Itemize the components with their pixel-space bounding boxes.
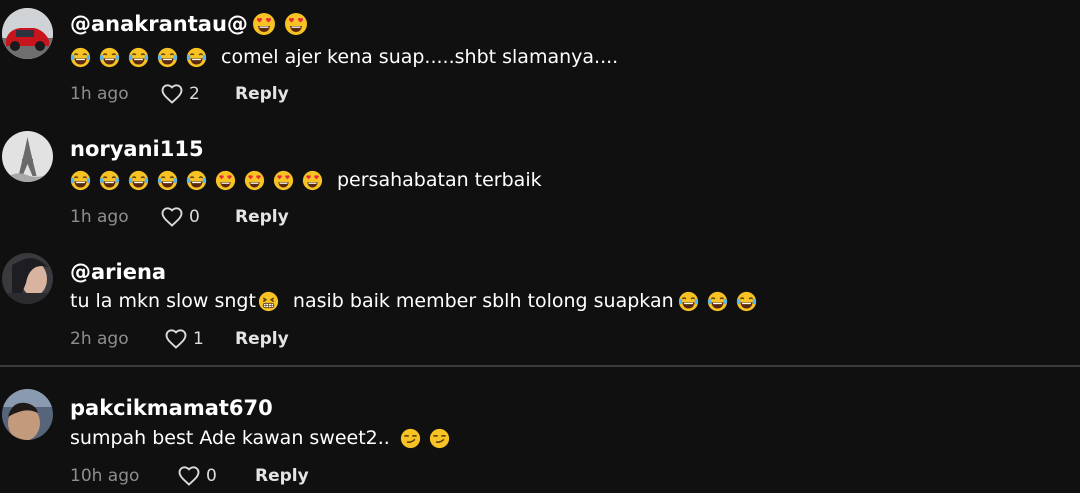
- heart-eyes-icon: [273, 170, 294, 191]
- laughing-icon: [70, 170, 91, 191]
- comment-list: @anakrantau@ comel ajer kena suap.....sh…: [0, 0, 1080, 493]
- reply-button[interactable]: Reply: [235, 207, 289, 227]
- comment-username[interactable]: noryani115: [70, 137, 204, 161]
- comment-meta: 1h ago 2 Reply: [70, 82, 289, 106]
- comment-username[interactable]: @anakrantau@: [70, 12, 316, 36]
- comment-body: tu la mkn slow sngt: [70, 290, 256, 312]
- like-count: 2: [189, 84, 200, 104]
- heart-icon: [160, 82, 184, 106]
- reply-button[interactable]: Reply: [235, 84, 289, 104]
- grimace-icon: [258, 291, 279, 312]
- comment-text: tu la mkn slow sngt nasib baik member sb…: [70, 290, 765, 312]
- heart-icon: [164, 327, 188, 351]
- comment-body: nasib baik member sblh tolong suapkan: [292, 290, 674, 312]
- laughing-icon: [186, 47, 207, 68]
- like-button[interactable]: 0: [160, 205, 235, 229]
- heart-icon: [160, 205, 184, 229]
- like-button[interactable]: 1: [164, 327, 235, 351]
- laughing-icon: [128, 47, 149, 68]
- comment-body: persahabatan terbaik: [337, 169, 542, 191]
- laughing-icon: [707, 291, 728, 312]
- comment-meta: 10h ago 0 Reply: [70, 464, 309, 488]
- comment-body: sumpah best Ade kawan sweet2..: [70, 427, 390, 449]
- like-count: 1: [193, 329, 204, 349]
- laughing-icon: [157, 47, 178, 68]
- heart-eyes-icon: [302, 170, 323, 191]
- heart-eyes-icon: [252, 12, 276, 36]
- comment-text: persahabatan terbaik: [70, 169, 542, 191]
- comment-username[interactable]: pakcikmamat670: [70, 396, 273, 420]
- like-button[interactable]: 0: [177, 464, 255, 488]
- heart-eyes-icon: [215, 170, 236, 191]
- comment-time: 10h ago: [70, 466, 140, 486]
- laughing-icon: [736, 291, 757, 312]
- reply-button[interactable]: Reply: [255, 466, 309, 486]
- heart-eyes-icon: [284, 12, 308, 36]
- laughing-icon: [70, 47, 91, 68]
- like-button[interactable]: 2: [160, 82, 235, 106]
- laughing-icon: [99, 47, 120, 68]
- comment-time: 1h ago: [70, 84, 129, 104]
- smirk-icon: [400, 428, 421, 449]
- avatar[interactable]: [2, 253, 53, 304]
- comment-text: sumpah best Ade kawan sweet2..: [70, 427, 458, 449]
- comment-body: comel ajer kena suap.....shbt slamanya..…: [221, 46, 619, 68]
- smirk-icon: [429, 428, 450, 449]
- laughing-icon: [157, 170, 178, 191]
- laughing-icon: [128, 170, 149, 191]
- laughing-icon: [186, 170, 207, 191]
- comment-text: comel ajer kena suap.....shbt slamanya..…: [70, 46, 618, 68]
- heart-eyes-icon: [244, 170, 265, 191]
- comment-meta: 2h ago 1 Reply: [70, 327, 289, 351]
- comment-meta: 1h ago 0 Reply: [70, 205, 289, 229]
- reply-button[interactable]: Reply: [235, 329, 289, 349]
- avatar[interactable]: [2, 131, 53, 182]
- laughing-icon: [99, 170, 120, 191]
- like-count: 0: [189, 207, 200, 227]
- like-count: 0: [206, 466, 217, 486]
- heart-icon: [177, 464, 201, 488]
- laughing-icon: [678, 291, 699, 312]
- avatar[interactable]: [2, 389, 53, 440]
- comment-username[interactable]: @ariena: [70, 260, 166, 284]
- comment-time: 1h ago: [70, 207, 129, 227]
- avatar[interactable]: [2, 8, 53, 59]
- divider: [0, 365, 1080, 367]
- comment-time: 2h ago: [70, 329, 129, 349]
